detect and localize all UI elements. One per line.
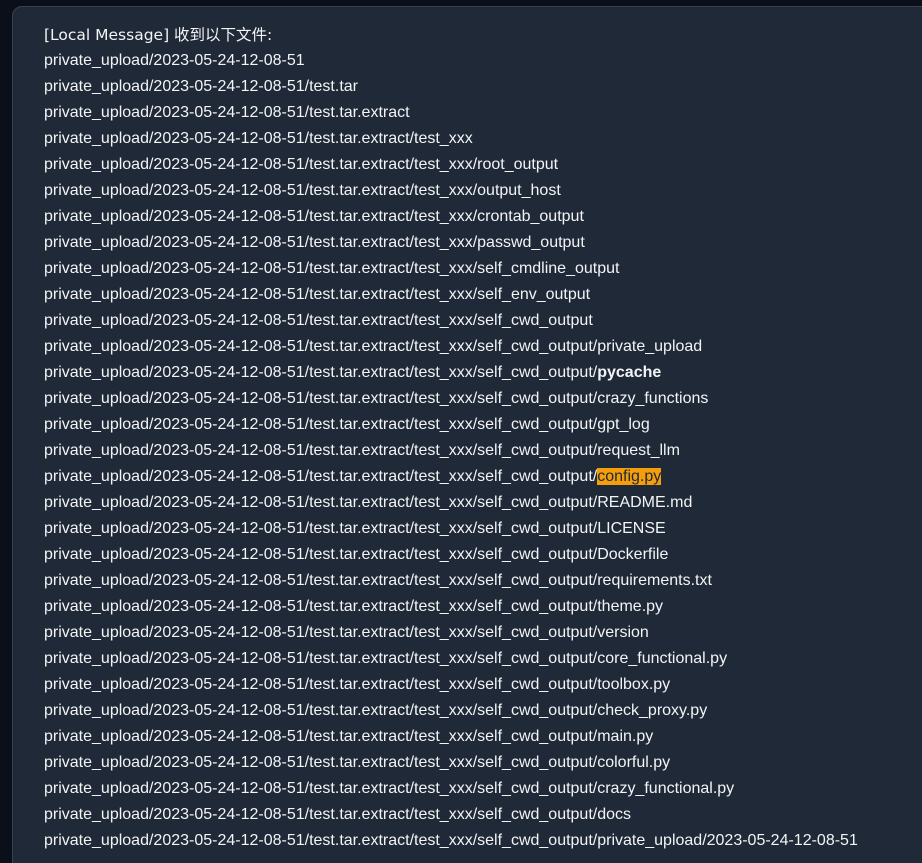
file-path: private_upload/2023-05-24-12-08-51/test.… (44, 208, 584, 225)
file-path: private_upload/2023-05-24-12-08-51/test.… (44, 338, 703, 355)
file-path: private_upload/2023-05-24-12-08-51/test.… (44, 442, 680, 459)
file-path: private_upload/2023-05-24-12-08-51/test.… (44, 104, 410, 121)
file-path: private_upload/2023-05-24-12-08-51/test.… (44, 520, 666, 537)
chat-area: [Local Message] 收到以下文件: private_upload/2… (0, 0, 922, 863)
file-path: private_upload/2023-05-24-12-08-51/test.… (44, 78, 358, 95)
file-path: private_upload/2023-05-24-12-08-51/test.… (44, 286, 591, 303)
file-list-b: private_upload/2023-05-24-12-08-51/test.… (44, 386, 922, 464)
file-path: private_upload/2023-05-24-12-08-51/test.… (44, 650, 728, 667)
file-path: private_upload/2023-05-24-12-08-51/test.… (44, 702, 708, 719)
file-path: private_upload/2023-05-24-12-08-51/test.… (44, 416, 650, 433)
message-header: [Local Message] 收到以下文件: (44, 26, 273, 44)
file-path: private_upload/2023-05-24-12-08-51/test.… (44, 546, 669, 563)
file-path: private_upload/2023-05-24-12-08-51/test.… (44, 728, 654, 745)
file-path: private_upload/2023-05-24-12-08-51 (44, 52, 305, 69)
file-path: private_upload/2023-05-24-12-08-51/test.… (44, 806, 632, 823)
file-path: private_upload/2023-05-24-12-08-51/test.… (44, 780, 735, 797)
file-path: private_upload/2023-05-24-12-08-51/test.… (44, 572, 712, 589)
file-list-a: private_upload/2023-05-24-12-08-51 priva… (44, 48, 922, 360)
bot-message: [Local Message] 收到以下文件: private_upload/2… (44, 22, 922, 854)
file-path: private_upload/2023-05-24-12-08-51/test.… (44, 130, 473, 147)
file-path: private_upload/2023-05-24-12-08-51/test.… (44, 156, 559, 173)
file-path: private_upload/2023-05-24-12-08-51/test.… (44, 312, 593, 329)
file-path: private_upload/2023-05-24-12-08-51/test.… (44, 182, 561, 199)
file-path: private_upload/2023-05-24-12-08-51/test.… (44, 260, 620, 277)
file-path: private_upload/2023-05-24-12-08-51/test.… (44, 754, 671, 771)
path-base: private_upload/2023-05-24-12-08-51/test.… (44, 468, 598, 485)
highlighted-config: config.py (597, 468, 662, 485)
file-path: private_upload/2023-05-24-12-08-51/test.… (44, 624, 649, 641)
file-path-pycache: private_upload/2023-05-24-12-08-51/test.… (44, 360, 922, 386)
file-list-c: private_upload/2023-05-24-12-08-51/test.… (44, 490, 922, 828)
file-path: private_upload/2023-05-24-12-08-51/test.… (44, 676, 671, 693)
file-path-config: private_upload/2023-05-24-12-08-51/test.… (44, 464, 922, 490)
file-path: private_upload/2023-05-24-12-08-51/test.… (44, 390, 709, 407)
path-base: private_upload/2023-05-24-12-08-51/test.… (44, 364, 598, 381)
bold-segment: pycache (597, 364, 662, 381)
file-path: private_upload/2023-05-24-12-08-51/test.… (44, 494, 693, 511)
file-path: private_upload/2023-05-24-12-08-51/test.… (44, 234, 585, 251)
file-path-last: private_upload/2023-05-24-12-08-51/test.… (44, 832, 858, 849)
file-path: private_upload/2023-05-24-12-08-51/test.… (44, 598, 664, 615)
